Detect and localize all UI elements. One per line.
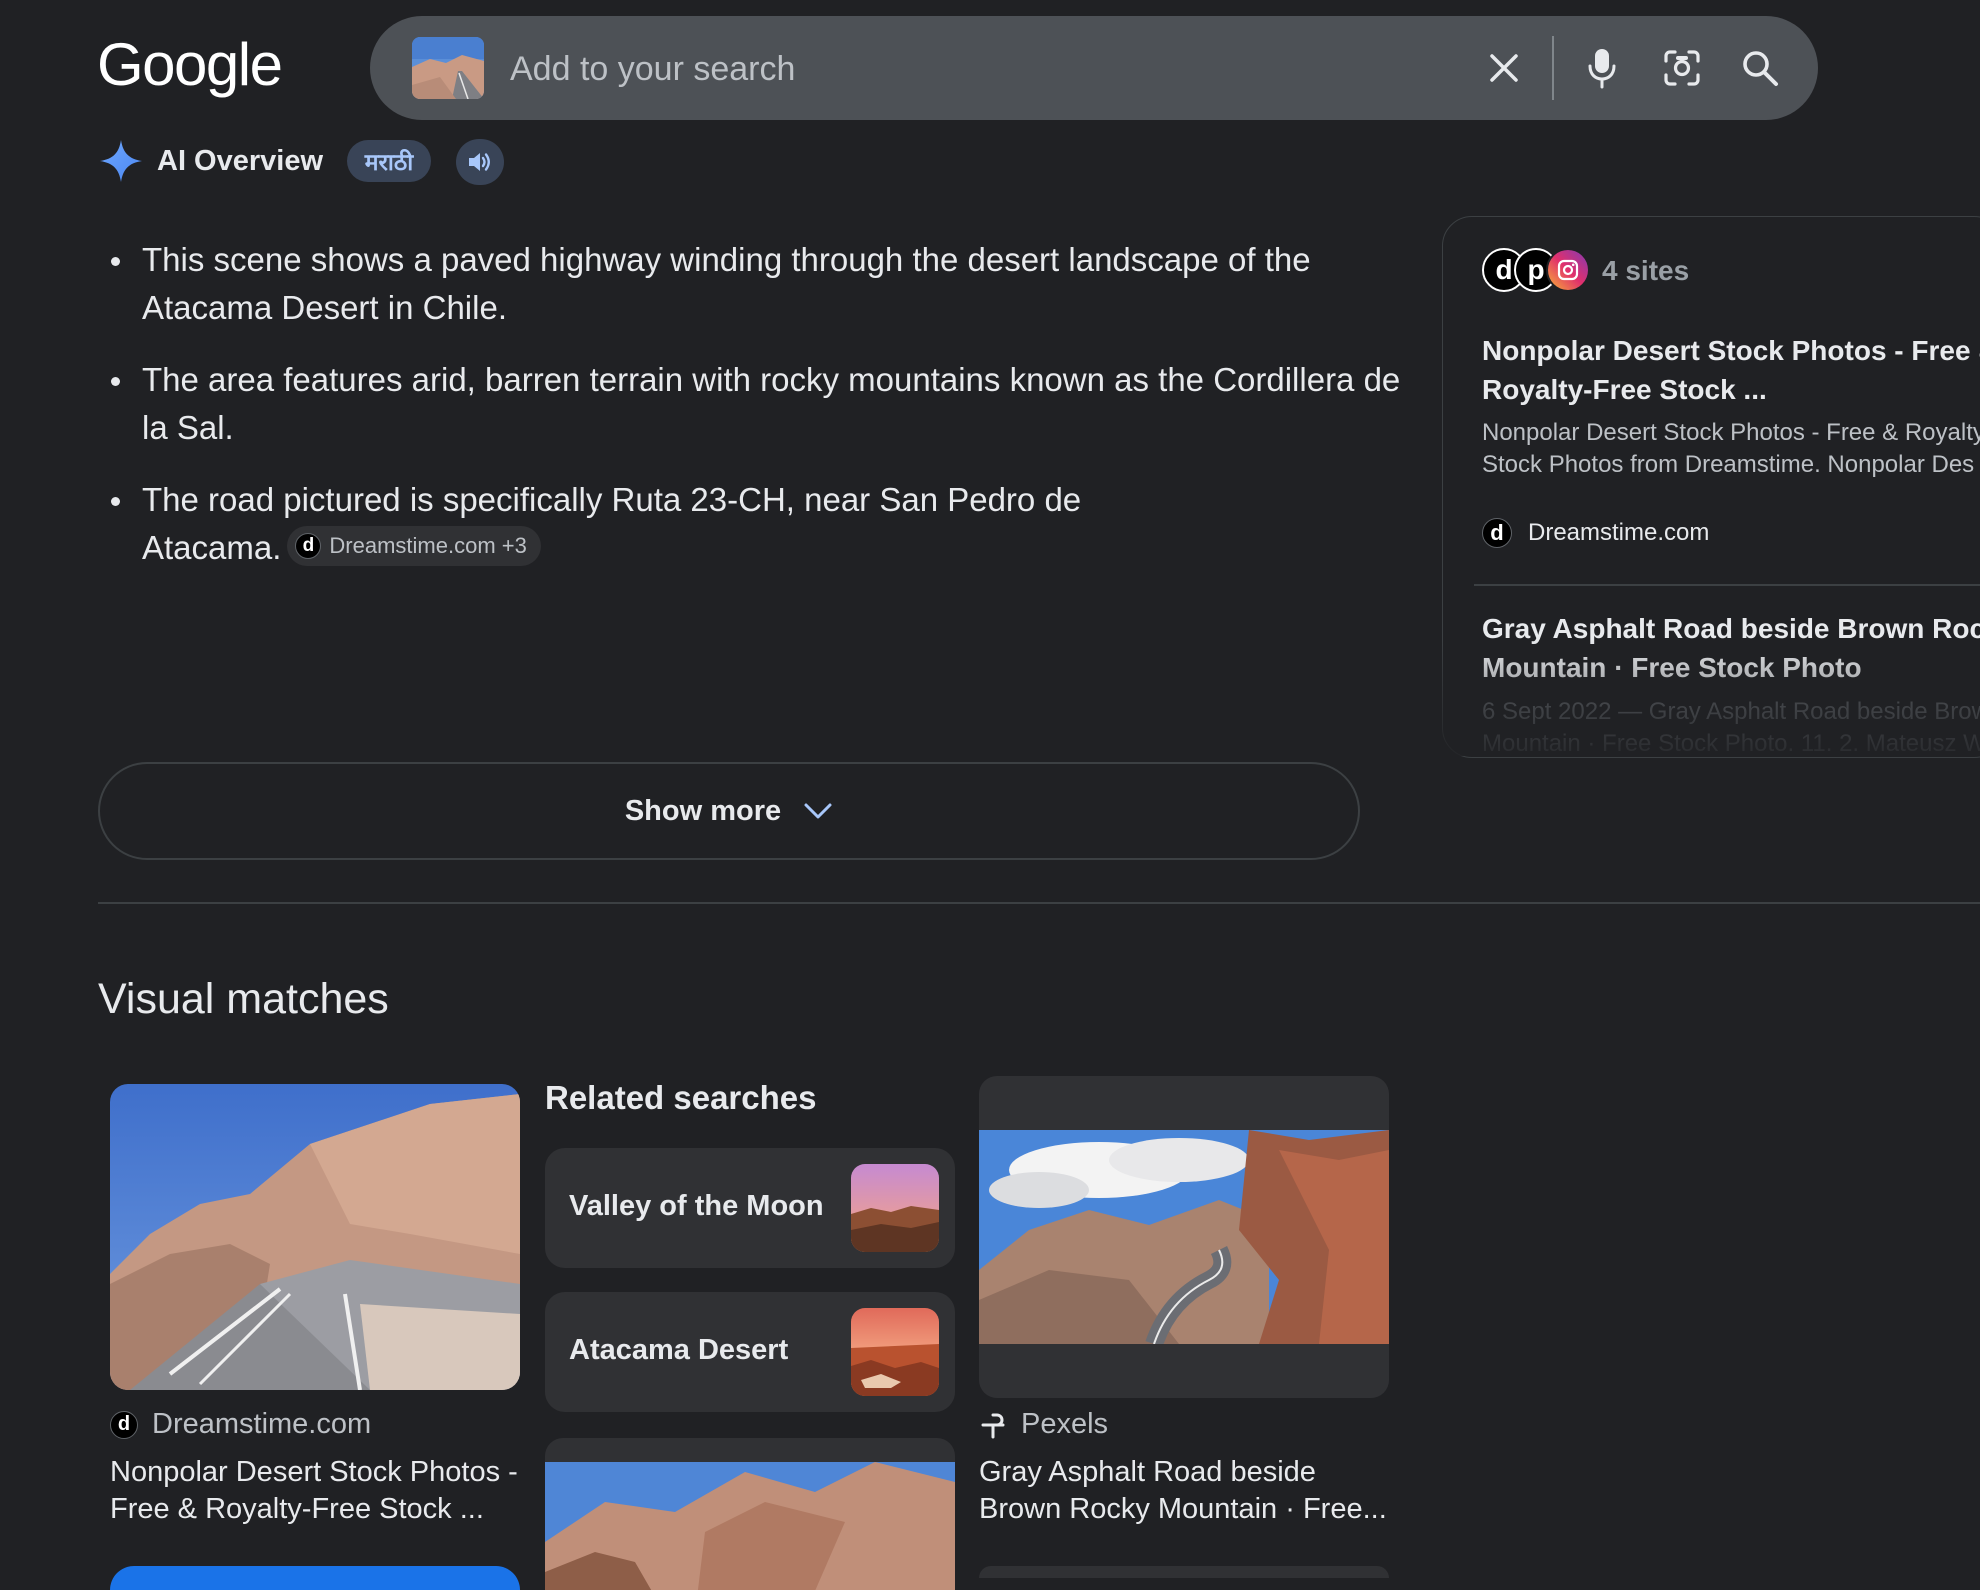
source-chip[interactable]: d Dreamstime.com +3 [287,526,541,567]
source-item-description: 6 Sept 2022 — Gray Asphalt Road beside B… [1482,696,1980,760]
visual-match-caption[interactable]: Gray Asphalt Road beside Brown Rocky Mou… [979,1454,1399,1528]
ai-overview-bullet: The area features arid, barren terrain w… [111,356,1402,452]
speaker-icon [469,153,490,171]
bullet-text: This scene shows a paved highway winding… [142,241,1311,326]
bullet-text: The area features arid, barren terrain w… [142,361,1401,446]
search-divider [1552,36,1554,100]
visual-match-button[interactable] [110,1566,520,1590]
source-desc-line: 6 Sept 2022 — Gray Asphalt Road beside B… [1482,698,1980,725]
section-divider [98,902,1980,904]
visual-match-card[interactable] [545,1438,955,1590]
chevron-down-icon [804,803,832,819]
caption-line: Brown Rocky Mountain · Free... [979,1493,1387,1525]
dreamstime-logo-icon: d [110,1410,138,1439]
source-desc-line: Nonpolar Desert Stock Photos - Free & Ro… [1482,419,1980,446]
ai-overview-bullet: This scene shows a paved highway winding… [111,236,1402,332]
source-divider [1474,584,1980,586]
visual-match-image[interactable] [110,1084,520,1390]
dreamstime-logo-icon: d [1482,518,1512,548]
search-icon[interactable] [1732,40,1788,96]
microphone-icon[interactable] [1574,40,1630,96]
visual-match-image[interactable] [979,1130,1389,1344]
sources-count[interactable]: 4 sites [1602,255,1689,287]
site-label: Pexels [1021,1408,1109,1440]
instagram-logo-icon [1546,248,1590,292]
source-item-title[interactable]: Nonpolar Desert Stock Photos - Free & Ro… [1482,331,1980,409]
ai-overview-bullet: The road pictured is specifically Ruta 2… [111,476,1142,572]
visual-match-card[interactable] [979,1076,1389,1398]
dreamstime-logo-icon: d [295,533,322,560]
related-searches-title: Related searches [545,1079,817,1116]
ai-sparkle-icon [98,138,144,184]
search-image-thumbnail[interactable] [412,37,484,99]
show-more-button[interactable]: Show more [98,762,1360,860]
visual-matches-title: Visual matches [98,975,389,1023]
source-item-description: Nonpolar Desert Stock Photos - Free & Ro… [1482,417,1980,481]
source-chip-label: Dreamstime.com +3 [329,533,527,559]
source-title-line: Gray Asphalt Road beside Brown Rock [1482,613,1980,644]
bullet-text: The road pictured is specifically Ruta 2… [142,481,1082,566]
source-title-line: Nonpolar Desert Stock Photos - Free & [1482,335,1980,366]
source-logos[interactable]: d p [1482,248,1592,294]
related-search-item[interactable]: Valley of the Moon [545,1148,955,1268]
google-logo[interactable]: Google [97,30,283,99]
related-search-label: Valley of the Moon [569,1190,824,1222]
visual-match-site[interactable]: Pexels [979,1408,1108,1441]
source-title-line: Mountain · Free Stock Photo [1482,652,1862,683]
pexels-logo-icon [981,1413,1005,1438]
related-search-item[interactable]: Atacama Desert [545,1292,955,1412]
ai-overview-title: AI Overview [157,145,324,177]
search-input[interactable] [508,40,1412,98]
show-more-label: Show more [624,794,782,827]
site-label: Dreamstime.com [152,1408,372,1440]
visual-match-caption[interactable]: Nonpolar Desert Stock Photos - Free & Ro… [110,1454,530,1528]
ai-overview-list: This scene shows a paved highway winding… [98,236,1402,596]
camera-lens-icon[interactable] [1654,40,1710,96]
source-item-title[interactable]: Gray Asphalt Road beside Brown Rock Moun… [1482,609,1980,687]
source-title-line: Royalty-Free Stock ... [1482,374,1767,405]
caption-line: Gray Asphalt Road beside [979,1456,1316,1488]
related-search-thumbnail [851,1308,939,1396]
source-desc-line: Stock Photos from Dreamstime. Nonpolar D… [1482,451,1975,478]
language-chip[interactable]: मराठी [347,140,431,182]
caption-line: Nonpolar Desert Stock Photos - [110,1456,518,1488]
caption-line: Free & Royalty-Free Stock ... [110,1493,484,1525]
related-search-label: Atacama Desert [569,1334,789,1366]
source-item-site[interactable]: d Dreamstime.com [1482,518,1709,548]
listen-button[interactable] [456,139,504,185]
clear-icon[interactable] [1476,40,1532,96]
related-search-thumbnail [851,1164,939,1252]
visual-match-site[interactable]: d Dreamstime.com [110,1408,371,1441]
source-desc-line: Mountain · Free Stock Photo. 11. 2. Mate… [1482,730,1980,757]
visual-match-card[interactable] [979,1566,1389,1578]
source-site-label: Dreamstime.com [1528,519,1710,546]
